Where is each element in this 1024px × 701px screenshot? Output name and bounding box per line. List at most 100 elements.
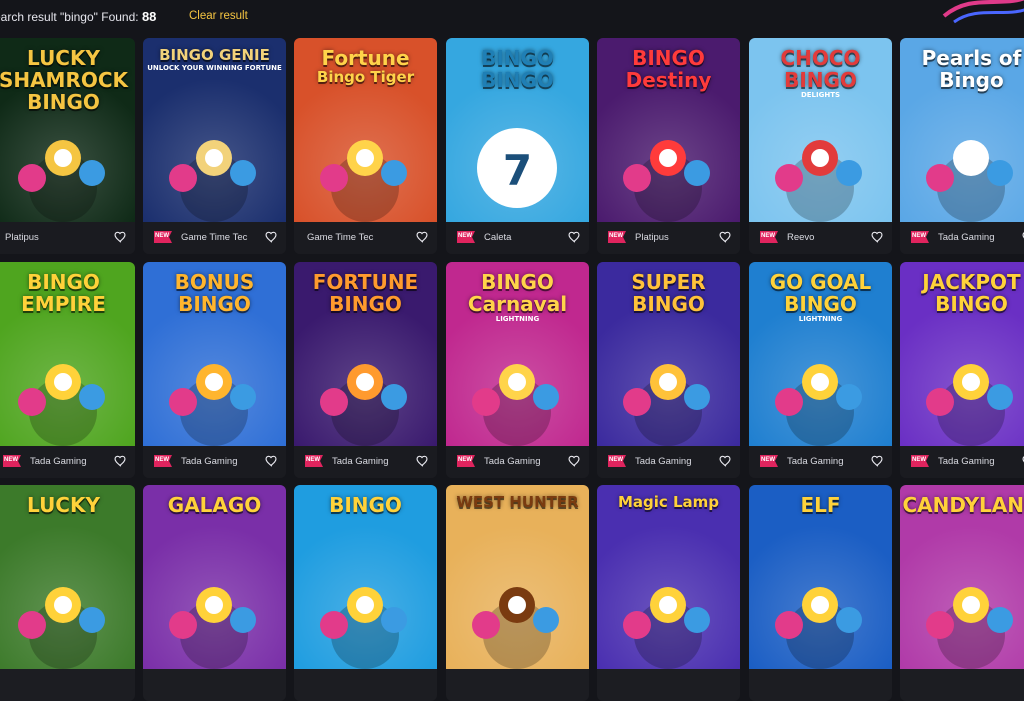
game-card-footer: Platipus	[0, 222, 135, 254]
game-thumbnail[interactable]: GO GOAL BINGO LIGHTNING	[749, 262, 892, 446]
game-card[interactable]: WEST HUNTER	[446, 485, 589, 701]
game-thumbnail[interactable]: BONUS BINGO	[143, 262, 286, 446]
game-thumbnail[interactable]: BINGO Destiny	[597, 38, 740, 222]
new-badge: NEW	[909, 230, 931, 244]
game-thumbnail[interactable]: GALAGO	[143, 485, 286, 669]
game-thumbnail[interactable]: CANDYLAND	[900, 485, 1024, 669]
game-card-footer: NEW Tada Gaming	[900, 446, 1024, 478]
new-badge: NEW	[606, 230, 628, 244]
game-thumbnail[interactable]: WEST HUNTER	[446, 485, 589, 669]
game-card[interactable]: BINGO Destiny NEW Platipus	[597, 38, 740, 254]
favorite-heart-icon[interactable]	[113, 230, 127, 244]
provider-name: Tada Gaming	[332, 456, 389, 467]
game-art-icon	[169, 587, 256, 669]
new-badge: NEW	[455, 230, 477, 244]
game-art-icon	[320, 364, 407, 446]
new-badge: NEW	[909, 454, 931, 468]
game-card-footer: NEW Reevo	[749, 222, 892, 254]
game-card[interactable]: BINGO BINGO 7 NEW Caleta	[446, 38, 589, 254]
game-art-icon	[775, 364, 862, 446]
game-card-footer: NEW Tada Gaming	[0, 446, 135, 478]
new-badge: NEW	[1, 454, 23, 468]
search-results-header: earch result "bingo" Found: 88 Clear res…	[0, 0, 1024, 32]
game-art-icon	[472, 364, 559, 446]
game-art-icon	[775, 587, 862, 669]
game-art-icon	[623, 364, 710, 446]
new-badge: NEW	[152, 230, 174, 244]
game-card[interactable]: LUCKY SHAMROCK BINGO Platipus	[0, 38, 135, 254]
game-card[interactable]: CHOCO BINGO DELIGHTS NEW Reevo	[749, 38, 892, 254]
game-thumbnail[interactable]: BINGO	[294, 485, 437, 669]
game-card[interactable]: LUCKY	[0, 485, 135, 701]
new-badge-label: NEW	[609, 233, 623, 239]
game-thumbnail[interactable]: Fortune Bingo Tiger	[294, 38, 437, 222]
new-badge: NEW	[455, 454, 477, 468]
game-thumbnail[interactable]: Pearls of Bingo	[900, 38, 1024, 222]
game-card[interactable]: CANDYLAND	[900, 485, 1024, 701]
game-thumbnail[interactable]: CHOCO BINGO DELIGHTS	[749, 38, 892, 222]
provider-name: Tada Gaming	[635, 456, 692, 467]
game-thumbnail[interactable]: BINGO BINGO 7	[446, 38, 589, 222]
game-thumbnail[interactable]: BINGO GENIE UNLOCK YOUR WINNING FORTUNE	[143, 38, 286, 222]
favorite-heart-icon[interactable]	[567, 454, 581, 468]
game-card[interactable]: BONUS BINGO NEW Tada Gaming	[143, 262, 286, 478]
game-card[interactable]: GO GOAL BINGO LIGHTNING NEW Tada Gaming	[749, 262, 892, 478]
favorite-heart-icon[interactable]	[264, 454, 278, 468]
game-thumbnail[interactable]: ELF	[749, 485, 892, 669]
game-thumbnail[interactable]: FORTUNE BINGO	[294, 262, 437, 446]
game-thumbnail[interactable]: BINGO Carnaval LIGHTNING	[446, 262, 589, 446]
game-thumbnail[interactable]: JACKPOT BINGO	[900, 262, 1024, 446]
new-badge-label: NEW	[912, 233, 926, 239]
game-card[interactable]: GALAGO	[143, 485, 286, 701]
game-art-icon	[623, 587, 710, 669]
new-badge: NEW	[758, 230, 780, 244]
provider-name: Tada Gaming	[30, 456, 87, 467]
favorite-heart-icon[interactable]	[870, 454, 884, 468]
game-card[interactable]: BINGO GENIE UNLOCK YOUR WINNING FORTUNE NE…	[143, 38, 286, 254]
favorite-heart-icon[interactable]	[264, 230, 278, 244]
game-card[interactable]: ELF	[749, 485, 892, 701]
clear-result-link[interactable]: Clear result	[189, 10, 248, 22]
game-card[interactable]: BINGO EMPIRE NEW Tada Gaming	[0, 262, 135, 478]
favorite-heart-icon[interactable]	[415, 454, 429, 468]
favorite-heart-icon[interactable]	[415, 230, 429, 244]
game-card-footer: Game Time Tec	[294, 222, 437, 254]
game-art-icon	[472, 587, 559, 669]
game-thumbnail[interactable]: BINGO EMPIRE	[0, 262, 135, 446]
game-art-icon	[18, 587, 105, 669]
provider-name: Tada Gaming	[938, 232, 995, 243]
game-card[interactable]: SUPER BINGO NEW Tada Gaming	[597, 262, 740, 478]
game-art-icon	[775, 140, 862, 222]
game-card[interactable]: Pearls of Bingo NEW Tada Gaming	[900, 38, 1024, 254]
favorite-heart-icon[interactable]	[567, 230, 581, 244]
game-card[interactable]: BINGO	[294, 485, 437, 701]
new-badge-label: NEW	[458, 233, 472, 239]
game-art-icon	[169, 364, 256, 446]
game-card[interactable]: FORTUNE BINGO NEW Tada Gaming	[294, 262, 437, 478]
search-result-text: earch result "bingo" Found:	[0, 10, 142, 24]
game-art-icon	[926, 587, 1013, 669]
game-thumbnail[interactable]: Magic Lamp	[597, 485, 740, 669]
game-card-footer: NEW Platipus	[597, 222, 740, 254]
provider-name: Game Time Tec	[307, 232, 374, 243]
game-thumbnail[interactable]: LUCKY SHAMROCK BINGO	[0, 38, 135, 222]
game-card[interactable]: JACKPOT BINGO NEW Tada Gaming	[900, 262, 1024, 478]
game-card[interactable]: BINGO Carnaval LIGHTNING NEW Tada Gaming	[446, 262, 589, 478]
provider-name: Platipus	[635, 232, 669, 243]
favorite-heart-icon[interactable]	[718, 230, 732, 244]
provider-name: Tada Gaming	[181, 456, 238, 467]
game-art-icon	[320, 140, 407, 222]
game-thumbnail[interactable]: LUCKY	[0, 485, 135, 669]
new-badge: NEW	[152, 454, 174, 468]
provider-name: Tada Gaming	[484, 456, 541, 467]
game-art-icon	[18, 140, 105, 222]
game-card[interactable]: Magic Lamp	[597, 485, 740, 701]
game-thumbnail[interactable]: SUPER BINGO	[597, 262, 740, 446]
provider-name: Tada Gaming	[787, 456, 844, 467]
favorite-heart-icon[interactable]	[718, 454, 732, 468]
favorite-heart-icon[interactable]	[870, 230, 884, 244]
favorite-heart-icon[interactable]	[113, 454, 127, 468]
new-badge-label: NEW	[155, 457, 169, 463]
game-card[interactable]: Fortune Bingo Tiger Game Time Tec	[294, 38, 437, 254]
game-art-icon	[623, 140, 710, 222]
